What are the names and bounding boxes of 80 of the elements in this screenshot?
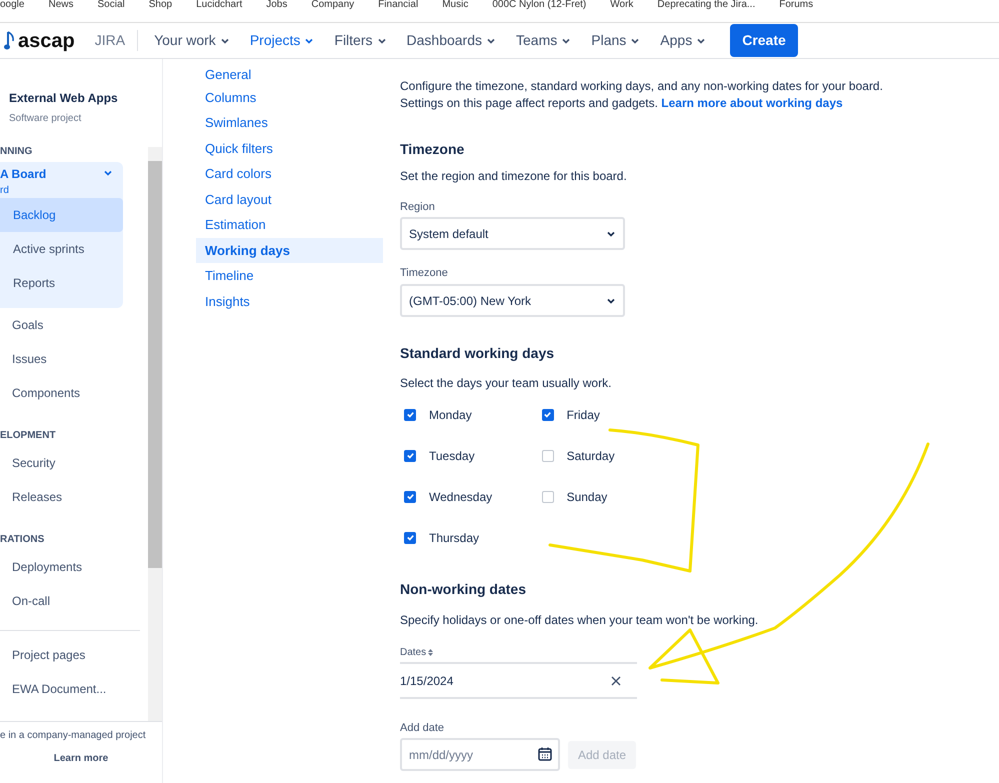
nav-menu[interactable]: Apps [656, 26, 710, 55]
bookmark-link[interactable]: Lucidchart [196, 0, 242, 10]
sidebar-item[interactable]: EWA Document... [0, 672, 148, 706]
music-note-icon [4, 30, 16, 52]
settings-nav-item[interactable]: General [196, 59, 383, 84]
section-description: Set the region and timezone for this board. [400, 168, 628, 185]
intro-text: Configure the timezone, standard working days, and any non-working dates for your board. Settings on this page affect reports and gadgets. Learn more about working days [400, 78, 884, 112]
sidebar-item[interactable]: On-call [0, 584, 148, 618]
sidebar-item[interactable]: Components [0, 376, 148, 410]
field-label: Region [400, 200, 436, 215]
column-header[interactable]: Dates [400, 645, 637, 664]
bookmark-link[interactable]: Jobs [266, 0, 288, 10]
board-subtitle: rd [0, 184, 10, 198]
sidebar-item[interactable]: Releases [0, 480, 148, 514]
nav-menu[interactable]: Projects [246, 26, 318, 55]
product-name: JIRA [94, 30, 138, 51]
footer-text: e in a company-managed project [0, 729, 146, 743]
sort-icon [428, 649, 434, 656]
sidebar-item[interactable]: Reports [0, 266, 123, 300]
bookmark-link[interactable]: Company [311, 0, 354, 10]
project-type: Software project [9, 112, 82, 126]
settings-nav-item[interactable]: Quick filters [196, 136, 383, 161]
sidebar-item[interactable]: Goals [0, 308, 148, 342]
date-cell-text: 1/15/2024 [400, 672, 454, 690]
day-checkbox[interactable]: Saturday [538, 435, 660, 476]
sidebar-item[interactable]: Active sprints [0, 232, 123, 266]
nav-menu[interactable]: Filters [330, 26, 391, 55]
board-title[interactable]: A Board [0, 165, 46, 183]
create-button[interactable]: Create [730, 24, 798, 57]
section-description: Specify holidays or one-off dates when your team won't be working. [400, 612, 760, 629]
sidebar-item[interactable]: Project pages [0, 638, 148, 672]
settings-nav-item[interactable]: Estimation [196, 212, 383, 238]
bookmark-link[interactable]: Financial [378, 0, 418, 10]
settings-nav-item[interactable]: Timeline [196, 263, 383, 288]
settings-nav-item[interactable]: Card layout [196, 186, 383, 212]
calendar-icon [538, 747, 552, 761]
bookmark-link[interactable]: Work [610, 0, 634, 10]
field-label: Add date [400, 721, 446, 736]
learn-more-link[interactable]: Learn more [54, 751, 108, 766]
select-field[interactable]: System default [400, 217, 625, 250]
day-checkbox[interactable]: Monday [400, 394, 538, 435]
section-title: Standard working days [400, 344, 556, 363]
sidebar-item[interactable]: Backlog [0, 198, 123, 232]
bookmark-link[interactable]: 000C Nylon (12-Fret) [492, 0, 586, 10]
bookmark-link[interactable]: oogle [0, 0, 24, 10]
bookmark-link[interactable]: Shop [148, 0, 172, 10]
day-checkbox[interactable]: Wednesday [400, 476, 538, 517]
nav-menu[interactable]: Teams [512, 26, 576, 55]
day-checkbox[interactable]: Friday [538, 394, 660, 435]
section-heading: ELOPMENT [0, 428, 57, 442]
nav-menu[interactable]: Dashboards [402, 26, 500, 55]
learn-more-link[interactable]: Learn more about working days [661, 96, 843, 110]
project-name: External Web Apps [9, 90, 119, 107]
field-label: Timezone [400, 266, 449, 281]
nav-menu[interactable]: Your work [150, 26, 234, 55]
bookmark-link[interactable]: Social [97, 0, 125, 10]
section-title: Timezone [400, 140, 466, 159]
sidebar-item[interactable]: Issues [0, 342, 148, 376]
ascap-logo[interactable]: ascap [4, 26, 75, 56]
settings-nav-item[interactable]: Swimlanes [196, 110, 383, 136]
select-field[interactable]: (GMT-05:00) New York [400, 284, 625, 317]
section-heading: RATIONS [0, 532, 46, 546]
day-checkbox[interactable]: Sunday [538, 476, 660, 517]
settings-nav-item[interactable]: Insights [196, 288, 383, 314]
bookmark-link[interactable]: News [48, 0, 74, 10]
nav-menu[interactable]: Plans [587, 26, 644, 55]
settings-nav-item[interactable]: Columns [196, 84, 383, 110]
date-input[interactable]: mm/dd/yyyy [400, 738, 560, 771]
section-description: Select the days your team usually work. [400, 375, 612, 392]
bookmark-link[interactable]: Forums [779, 0, 814, 10]
section-title: Non-working dates [400, 580, 528, 599]
section-heading: NNING [0, 144, 34, 158]
day-checkbox[interactable]: Tuesday [400, 435, 538, 476]
bookmark-link[interactable]: Music [442, 0, 468, 10]
day-checkbox[interactable]: Thursday [400, 517, 538, 558]
bookmark-link[interactable]: Deprecating the Jira... [657, 0, 756, 10]
sidebar-item[interactable]: Security [0, 446, 148, 480]
settings-nav-item[interactable]: Card colors [196, 161, 383, 186]
settings-nav-item[interactable]: Working days [196, 238, 383, 263]
sidebar-item[interactable]: Deployments [0, 550, 148, 584]
